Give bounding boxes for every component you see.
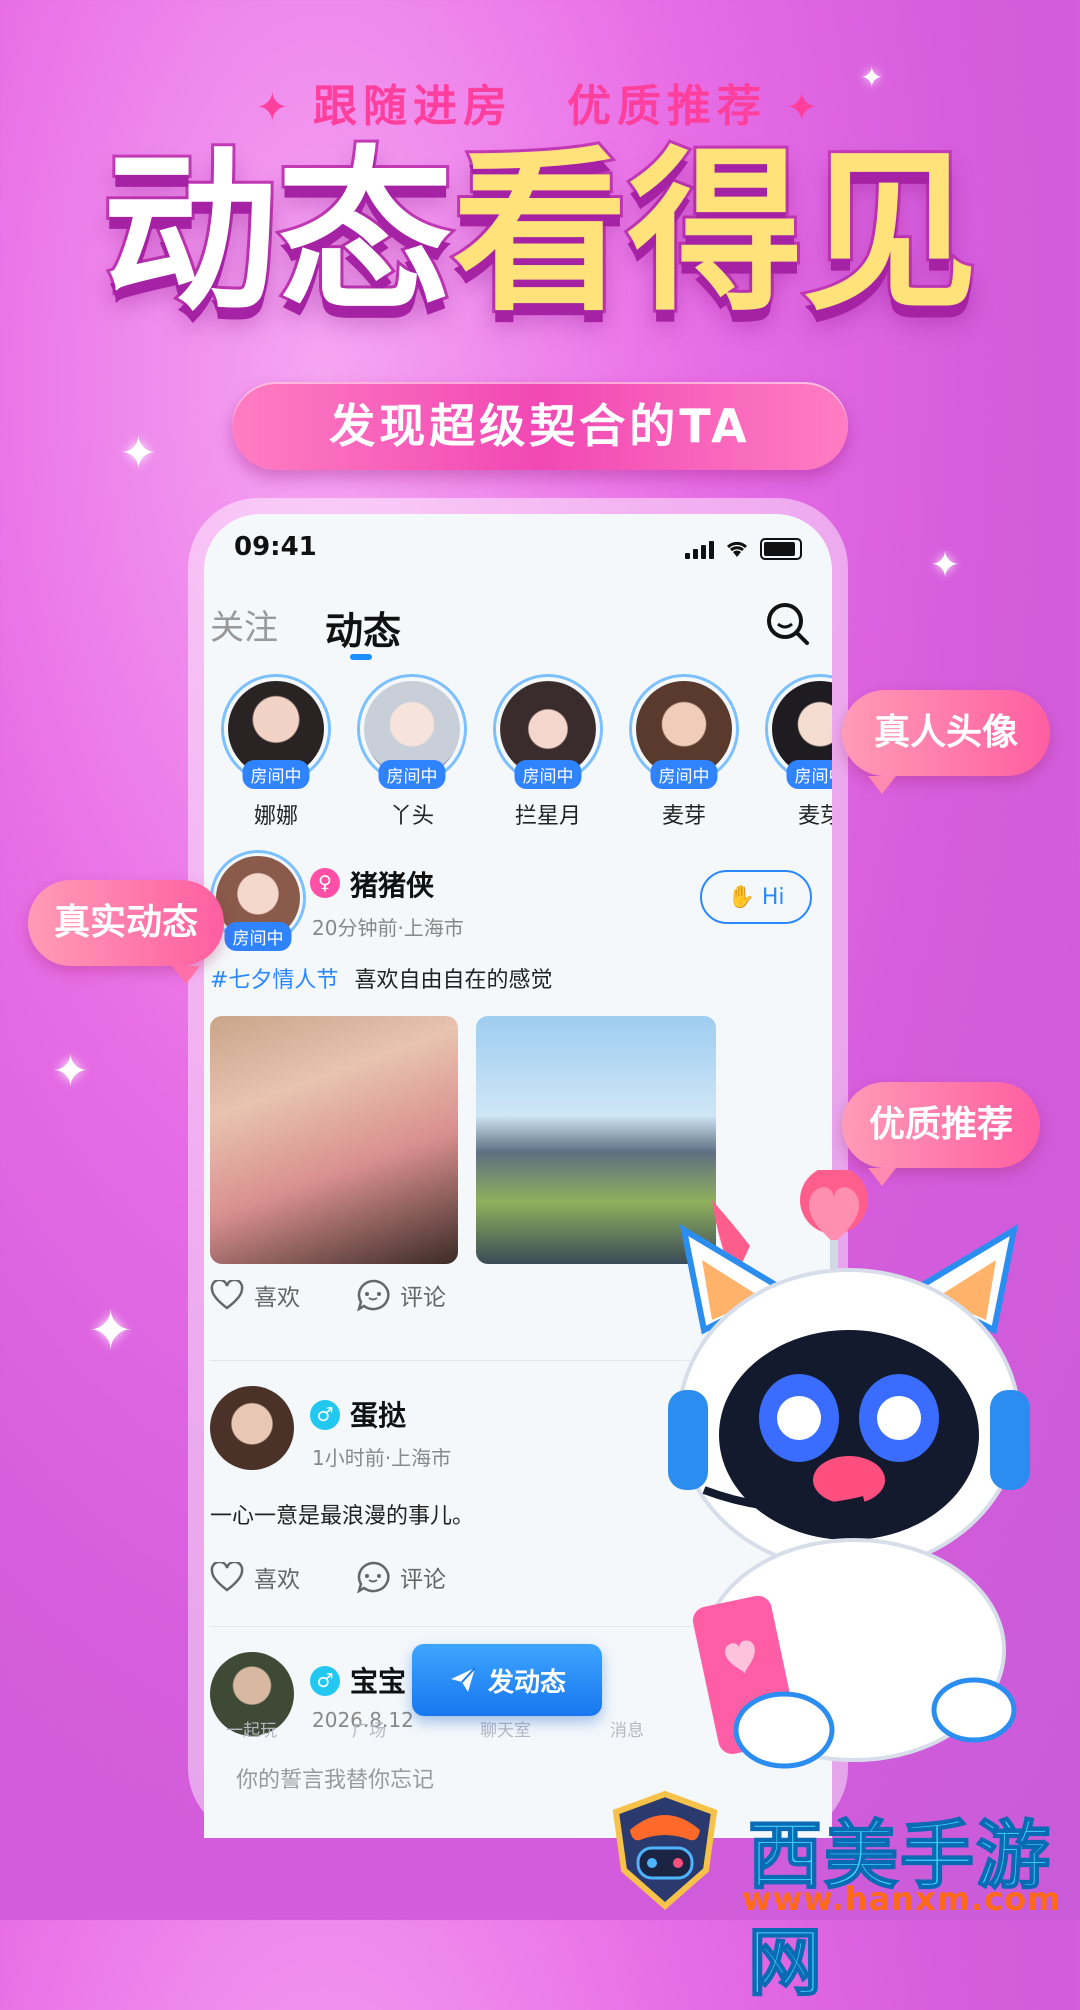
comment-label: 评论 [400, 1285, 446, 1311]
star-icon: ✦ [785, 85, 825, 131]
story-item[interactable]: 房间中 丫头 [352, 674, 472, 830]
top-tabs: 关注 动态 [210, 600, 812, 660]
tab-follow[interactable]: 关注 [210, 600, 278, 649]
male-icon: ♂ [310, 1400, 340, 1430]
avatar: 房间中 [765, 674, 832, 789]
room-badge: 房间中 [786, 760, 832, 789]
comment-button[interactable]: 评论 [356, 1560, 446, 1594]
story-row: 房间中 娜娜 房间中 丫头 房间中 拦星月 房间中 麦芽 房间中 麦芽 [210, 674, 832, 829]
avatar: 房间中 [221, 674, 331, 789]
hero-title-gold: 看得见 [450, 132, 981, 335]
tab-active-indicator [350, 654, 372, 660]
post-photo[interactable] [210, 1016, 458, 1264]
comment-icon [357, 1279, 390, 1311]
battery-icon [760, 538, 802, 560]
say-hi-button[interactable]: ✋ Hi [700, 870, 812, 924]
nav-chatroom[interactable]: 聊天室 [480, 1716, 531, 1741]
like-button[interactable]: 喜欢 [210, 1278, 300, 1312]
story-name: 丫头 [389, 804, 434, 829]
post-text: 一心一意是最浪漫的事儿。 [210, 1504, 475, 1529]
sparkle-icon: ✦ [930, 545, 961, 586]
status-bar: 09:41 [234, 532, 802, 572]
star-icon: ✦ [255, 85, 295, 131]
post-text: 你的誓言我替你忘记 [236, 1768, 435, 1793]
tagline: ✦ 跟随进房 优质推荐 ✦ [0, 70, 1080, 134]
female-icon: ♀ [310, 868, 340, 898]
sparkle-icon: ✦ [120, 428, 157, 479]
tab-moments[interactable]: 动态 [325, 600, 401, 655]
comment-label: 评论 [400, 1567, 446, 1593]
wifi-icon [726, 541, 748, 557]
story-name: 麦芽 [661, 804, 706, 829]
nav-square[interactable]: 广场 [352, 1716, 386, 1741]
status-icons [685, 538, 802, 560]
publish-post-button[interactable]: 发动态 [412, 1644, 602, 1716]
bubble-real-moments: 真实动态 [28, 880, 224, 984]
say-hi-label: Hi [761, 885, 785, 910]
room-badge: 房间中 [224, 922, 292, 951]
bubble-quality-recommend: 优质推荐 [842, 1082, 1040, 1186]
avatar: 房间中 [629, 674, 739, 789]
story-name: 娜娜 [253, 804, 298, 829]
hero-title-white: 动态 [100, 132, 456, 335]
avatar[interactable]: 房间中 [210, 850, 306, 951]
like-label: 喜欢 [254, 1567, 300, 1593]
signal-icon [685, 539, 714, 559]
like-label: 喜欢 [254, 1285, 300, 1311]
bubble-real-avatar: 真人头像 [842, 690, 1050, 794]
send-icon [450, 1667, 476, 1692]
room-badge: 房间中 [514, 760, 582, 789]
story-name: 拦星月 [514, 804, 581, 829]
post-topic[interactable]: #七夕情人节 [210, 968, 338, 993]
watermark-url: www.hanxm.com [742, 1880, 1062, 1918]
search-icon[interactable] [764, 600, 812, 648]
post-meta: 1小时前·上海市 [312, 1446, 452, 1470]
story-item[interactable]: 房间中 麦芽 [624, 674, 744, 830]
like-button[interactable]: 喜欢 [210, 1560, 300, 1594]
story-item[interactable]: 房间中 拦星月 [488, 674, 608, 830]
heart-icon [210, 1280, 244, 1310]
status-time: 09:41 [234, 532, 317, 562]
avatar[interactable] [210, 1386, 294, 1470]
nav-play[interactable]: 一起玩 [226, 1716, 277, 1741]
story-name: 麦芽 [797, 804, 832, 829]
post-author[interactable]: 蛋挞 [350, 1394, 406, 1434]
wave-icon: ✋ [727, 885, 762, 910]
heart-icon [210, 1562, 244, 1592]
story-item[interactable]: 房间中 麦芽 [760, 674, 832, 830]
post-text: 喜欢自由自在的感觉 [354, 968, 553, 993]
room-badge: 房间中 [378, 760, 446, 789]
post-author[interactable]: 宝宝 [350, 1660, 406, 1700]
gamepad-shield-logo [612, 1790, 718, 1910]
sparkle-icon: ✦ [88, 1299, 134, 1362]
room-badge: 房间中 [242, 760, 310, 789]
comment-icon [357, 1561, 390, 1593]
tagline-left: 跟随进房 [313, 81, 513, 132]
sparkle-icon: ✦ [52, 1046, 89, 1097]
room-badge: 房间中 [650, 760, 718, 789]
comment-button[interactable]: 评论 [356, 1278, 446, 1312]
story-item[interactable]: 房间中 娜娜 [216, 674, 336, 830]
nav-messages[interactable]: 消息 [610, 1716, 644, 1741]
post-content: #七夕情人节 喜欢自由自在的感觉 [210, 962, 552, 994]
avatar: 房间中 [357, 674, 467, 789]
post-meta: 20分钟前·上海市 [312, 916, 464, 940]
avatar: 房间中 [493, 674, 603, 789]
hero-title: 动态看得见 [0, 134, 1080, 333]
publish-label: 发动态 [487, 1667, 566, 1698]
tagline-right: 优质推荐 [567, 81, 767, 132]
male-icon: ♂ [310, 1666, 340, 1696]
post-author[interactable]: 猪猪侠 [350, 864, 434, 904]
cat-mascot-illustration [668, 1170, 1030, 1769]
subtitle-banner: 发现超级契合的TA [232, 382, 848, 470]
